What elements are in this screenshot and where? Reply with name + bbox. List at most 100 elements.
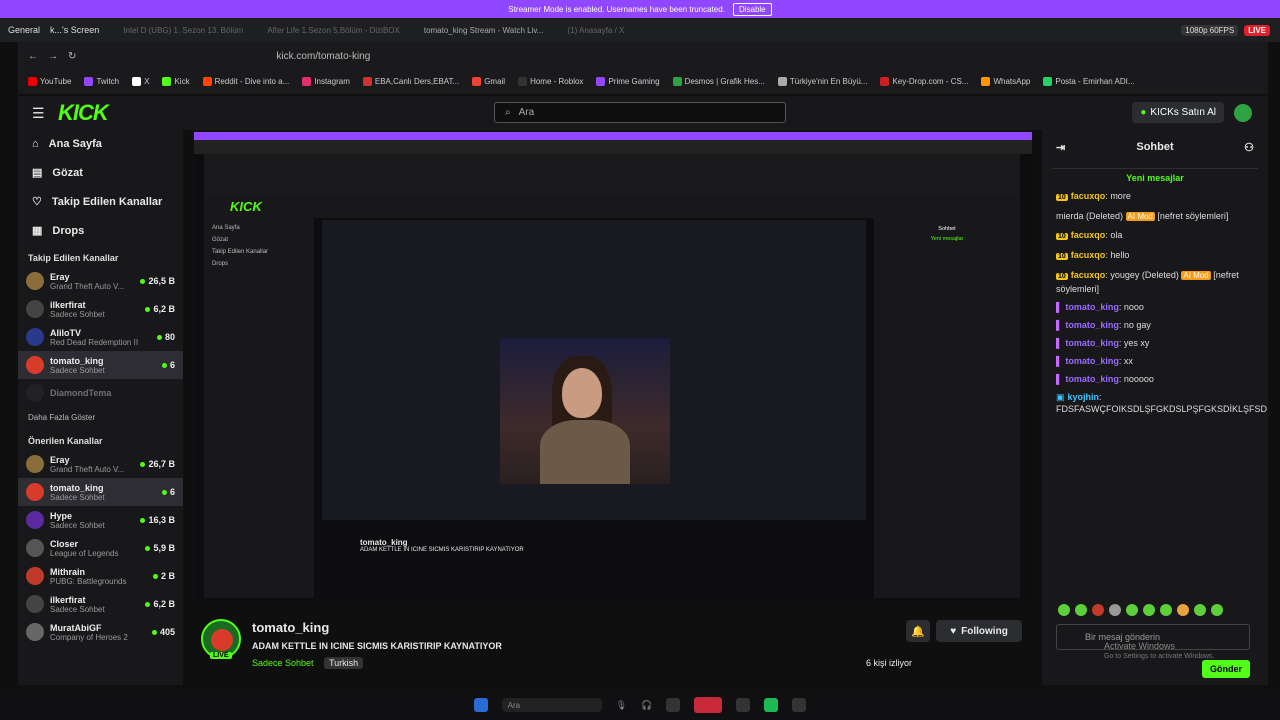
chat-message: ▣ kyojhin: FDSFASWÇFOIKSDLŞFGKDSLPŞFGKSDİ…: [1042, 388, 1268, 418]
chat-username[interactable]: tomato_king: [1065, 320, 1119, 330]
emote-icon[interactable]: [1177, 604, 1189, 616]
buy-kicks-button[interactable]: ● KICKs Satın Al: [1132, 102, 1224, 123]
discord-title-bar: General k...'s Screen Intel D (UBG) 1. S…: [0, 18, 1280, 42]
channel-avatar: [26, 356, 44, 374]
chat-username[interactable]: kyojhin: [1068, 392, 1100, 402]
sidebar-channel-mithrain[interactable]: Mithrain PUBG: Battlegrounds 2 B: [18, 562, 183, 590]
show-more-link[interactable]: Daha Fazla Göster: [18, 407, 183, 428]
emote-icon[interactable]: [1058, 604, 1070, 616]
screen-share-icon[interactable]: [666, 698, 681, 712]
kick-logo[interactable]: KICK: [58, 100, 109, 126]
bookmark-item[interactable]: Kick: [162, 76, 190, 86]
bookmark-item[interactable]: YouTube: [28, 76, 71, 86]
chat-username[interactable]: facuxqo: [1071, 250, 1106, 260]
stream-category[interactable]: Sadece Sohbet: [252, 658, 314, 668]
bookmark-item[interactable]: Key-Drop.com - CS...: [880, 76, 968, 86]
address-bar[interactable]: kick.com/tomato-king: [276, 51, 370, 62]
sidebar-channel-ilkerfirat[interactable]: ilkerfirat Sadece Sohbet 6,2 B: [18, 590, 183, 618]
browser-tab-active[interactable]: tomato_king Stream - Watch Liv...: [424, 26, 544, 35]
disable-button[interactable]: Disable: [732, 2, 772, 16]
sidebar-channel-diamondtema[interactable]: DiamondTema: [18, 379, 183, 407]
chat-username[interactable]: tomato_king: [1065, 356, 1119, 366]
emote-icon[interactable]: [1092, 604, 1104, 616]
emote-icon[interactable]: [1126, 604, 1138, 616]
bookmark-item[interactable]: X: [132, 76, 149, 86]
chat-text: mierda (Deleted): [1056, 211, 1126, 221]
emote-icon[interactable]: [1160, 604, 1172, 616]
sidebar-channel-closer[interactable]: Closer League of Legends 5,9 B: [18, 534, 183, 562]
nav-drops[interactable]: ▦ Drops: [18, 216, 183, 245]
chat-username[interactable]: facuxqo: [1071, 230, 1106, 240]
sidebar-channel-muratabigf[interactable]: MuratAbiGF Company of Heroes 2 405: [18, 618, 183, 646]
bookmark-item[interactable]: Instagram: [302, 76, 350, 86]
browser-tab[interactable]: (1) Anasayfa / X: [567, 26, 624, 35]
bookmark-label: Instagram: [314, 76, 350, 86]
browser-tab[interactable]: After Life 1.Sezon 5.Bölüm - DiziBOX: [267, 26, 400, 35]
taskbar-search[interactable]: Ara: [501, 698, 602, 712]
menu-icon[interactable]: ☰: [32, 105, 45, 122]
nav-browse[interactable]: ▤ Gözat: [18, 158, 183, 187]
chat-username[interactable]: facuxqo: [1071, 191, 1106, 201]
headset-icon[interactable]: 🎧: [641, 700, 652, 711]
bookmark-item[interactable]: Posta - Emirhan ADI...: [1043, 76, 1135, 86]
bookmark-item[interactable]: Türkiye'nin En Büyü...: [777, 76, 868, 86]
bookmark-item[interactable]: Twitch: [84, 76, 119, 86]
sidebar-channel-hype[interactable]: Hype Sadece Sohbet 16,3 B: [18, 506, 183, 534]
streamer-name[interactable]: tomato_king: [252, 620, 329, 635]
browser-tab[interactable]: Intel D (UBG) 1. Sezon 13. Bölüm: [123, 26, 243, 35]
sidebar-channel-eray[interactable]: Eray Grand Theft Auto V... 26,5 B: [18, 267, 183, 295]
bookmark-item[interactable]: EBA,Canlı Ders,EBAT...: [362, 76, 459, 86]
bookmark-label: Türkiye'nin En Büyü...: [789, 76, 868, 86]
bookmark-item[interactable]: Desmos | Grafik Hes...: [672, 76, 765, 86]
sidebar-channel-tomato_king[interactable]: tomato_king Sadece Sohbet 6: [18, 351, 183, 379]
user-avatar[interactable]: [1234, 104, 1252, 122]
bookmark-icon: [302, 76, 312, 86]
nav-following[interactable]: ♡ Takip Edilen Kanallar: [18, 187, 183, 216]
sidebar-channel-tomato_king[interactable]: tomato_king Sadece Sohbet 6: [18, 478, 183, 506]
chat-username[interactable]: tomato_king: [1065, 338, 1119, 348]
chat-users-icon[interactable]: ⚇: [1244, 141, 1254, 154]
emote-icon[interactable]: [1143, 604, 1155, 616]
bookmark-icon: [362, 76, 372, 86]
language-tag[interactable]: Turkish: [324, 657, 364, 669]
windows-start-icon[interactable]: [473, 698, 488, 712]
chat-username[interactable]: tomato_king: [1065, 374, 1119, 384]
sidebar-channel-alilotv[interactable]: AliloTV Red Dead Redemption II 80: [18, 323, 183, 351]
viewer-count: 5,9 B: [145, 543, 175, 553]
forward-icon[interactable]: →: [48, 51, 58, 62]
emote-icon[interactable]: [1075, 604, 1087, 616]
notification-bell-button[interactable]: 🔔: [906, 620, 930, 642]
channel-game: Grand Theft Auto V...: [50, 281, 125, 291]
end-call-button[interactable]: [694, 697, 723, 713]
taskbar-app-icon[interactable]: [736, 698, 751, 712]
mic-icon[interactable]: 🎙: [616, 700, 627, 711]
collapse-chat-icon[interactable]: ⇥: [1056, 141, 1065, 154]
sidebar-channel-ilkerfirat[interactable]: ilkerfirat Sadece Sohbet 6,2 B: [18, 295, 183, 323]
reload-icon[interactable]: ↻: [68, 51, 76, 62]
channel-avatar: [26, 455, 44, 473]
emote-icon[interactable]: [1109, 604, 1121, 616]
bookmark-label: Posta - Emirhan ADI...: [1055, 76, 1135, 86]
following-button[interactable]: ♥ Following: [936, 620, 1022, 642]
chat-username[interactable]: facuxqo: [1071, 270, 1106, 280]
emote-icon[interactable]: [1211, 604, 1223, 616]
bookmark-item[interactable]: Prime Gaming: [596, 76, 660, 86]
chat-username[interactable]: tomato_king: [1065, 302, 1119, 312]
channel-name: Mithrain: [50, 566, 85, 577]
video-player[interactable]: KICK Ana Sayfa Gözat Takip Edilen Kanall…: [194, 130, 1032, 600]
emote-icon[interactable]: [1194, 604, 1206, 616]
bookmark-item[interactable]: WhatsApp: [981, 76, 1030, 86]
taskbar-app-icon[interactable]: [792, 698, 807, 712]
search-input[interactable]: ⌕ Ara: [494, 102, 786, 123]
emote-bar: [1058, 604, 1258, 618]
channel-avatar: [26, 567, 44, 585]
taskbar-app-icon[interactable]: [764, 698, 779, 712]
sidebar-channel-eray[interactable]: Eray Grand Theft Auto V... 26,7 B: [18, 450, 183, 478]
bookmark-item[interactable]: Reddit - Dive into a...: [202, 76, 289, 86]
send-button[interactable]: Gönder: [1202, 660, 1250, 678]
back-icon[interactable]: ←: [28, 51, 38, 62]
nav-home[interactable]: ⌂ Ana Sayfa: [18, 130, 183, 158]
bookmark-item[interactable]: Home - Roblox: [518, 76, 584, 86]
bookmark-label: Home - Roblox: [530, 76, 584, 86]
bookmark-item[interactable]: Gmail: [472, 76, 505, 86]
